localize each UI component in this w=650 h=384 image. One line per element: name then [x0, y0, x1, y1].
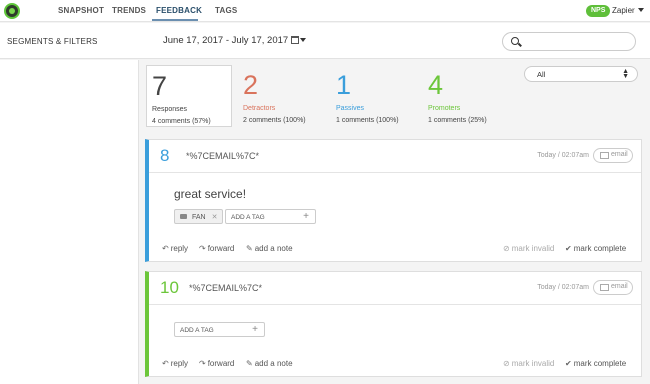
- date-range-picker[interactable]: June 17, 2017 - July 17, 2017: [163, 35, 307, 46]
- add-note-button[interactable]: ✎ add a note: [246, 359, 293, 368]
- mark-invalid-label: mark invalid: [511, 359, 555, 368]
- mark-complete-button[interactable]: ✔ mark complete: [565, 359, 626, 368]
- check-icon: ✔: [565, 359, 572, 368]
- chevron-down-icon: [300, 38, 307, 42]
- response-timestamp: Today / 02:07am: [537, 284, 589, 291]
- stat-sub: 1 comments (100%): [336, 117, 399, 124]
- account-menu[interactable]: Zapier: [612, 6, 644, 15]
- add-note-label: add a note: [254, 359, 293, 368]
- search-icon: [511, 37, 519, 45]
- email-button[interactable]: email: [593, 280, 633, 295]
- stat-value: 7: [152, 71, 168, 101]
- response-score: 10: [160, 278, 179, 297]
- reply-button[interactable]: ↶ reply: [162, 244, 188, 253]
- nav-feedback[interactable]: FEEDBACK: [156, 6, 202, 15]
- forward-button[interactable]: ↷ forward: [199, 244, 234, 253]
- tag-icon: [180, 214, 187, 219]
- envelope-icon: [600, 284, 609, 291]
- email-button[interactable]: email: [593, 148, 633, 163]
- pencil-icon: ✎: [246, 359, 253, 368]
- account-name: Zapier: [612, 6, 635, 15]
- response-comment: great service!: [174, 187, 247, 201]
- stat-sub: 1 comments (25%): [428, 117, 487, 124]
- respondent-email: *%7CEMAIL%7C*: [189, 283, 263, 293]
- date-range-label: June 17, 2017 - July 17, 2017: [163, 35, 289, 46]
- email-button-label: email: [611, 283, 628, 290]
- mark-complete-label: mark complete: [573, 359, 627, 368]
- calendar-icon: [291, 36, 300, 44]
- reply-icon: ↶: [162, 359, 169, 368]
- sub-header: SEGMENTS & FILTERS June 17, 2017 - July …: [0, 23, 650, 59]
- response-card: 8 *%7CEMAIL%7C* Today / 02:07am email gr…: [145, 139, 642, 262]
- tag-label: FAN: [192, 214, 206, 221]
- response-timestamp: Today / 02:07am: [537, 152, 589, 159]
- segments-filters-title: SEGMENTS & FILTERS: [7, 37, 98, 46]
- response-header: 8 *%7CEMAIL%7C* Today / 02:07am email: [149, 140, 641, 173]
- forward-icon: ↷: [199, 244, 206, 253]
- mark-complete-label: mark complete: [573, 244, 627, 253]
- nav-snapshot[interactable]: SNAPSHOT: [58, 6, 104, 15]
- filter-selected-value: All: [537, 70, 546, 79]
- mark-complete-button[interactable]: ✔ mark complete: [565, 244, 626, 253]
- plus-icon[interactable]: +: [252, 324, 258, 335]
- nav-trends[interactable]: TRENDS: [112, 6, 146, 15]
- respondent-email: *%7CEMAIL%7C*: [186, 151, 260, 161]
- reply-label: reply: [170, 244, 189, 253]
- forward-label: forward: [207, 359, 235, 368]
- reply-label: reply: [170, 359, 189, 368]
- stat-sub: 2 comments (100%): [243, 117, 306, 124]
- tag-chip: FAN ✕: [174, 209, 223, 224]
- reply-button[interactable]: ↶ reply: [162, 359, 188, 368]
- add-tag-placeholder: ADD A TAG: [180, 327, 214, 334]
- envelope-icon: [600, 152, 609, 159]
- forward-label: forward: [207, 244, 235, 253]
- select-arrows-icon: ▲ ▼: [622, 68, 629, 80]
- stats-row: 7 Responses 4 comments (57%) 2 Detractor…: [141, 60, 650, 132]
- add-tag-input[interactable]: ADD A TAG +: [225, 209, 316, 224]
- nps-badge: NPS: [586, 5, 611, 17]
- forward-icon: ↷: [199, 359, 206, 368]
- response-header: 10 *%7CEMAIL%7C* Today / 02:07am email: [149, 272, 641, 305]
- response-score: 8: [160, 146, 170, 165]
- app-logo[interactable]: [4, 3, 20, 19]
- ban-icon: ⊘: [503, 359, 510, 368]
- email-button-label: email: [611, 151, 628, 158]
- add-note-button[interactable]: ✎ add a note: [246, 244, 293, 253]
- stat-value: 2: [243, 70, 259, 100]
- mark-invalid-button[interactable]: ⊘ mark invalid: [503, 359, 554, 368]
- stat-label: Passives: [336, 105, 365, 112]
- response-actions: ↶ reply ↷ forward ✎ add a note ⊘ mark invali…: [149, 354, 641, 376]
- chevron-down-icon: [637, 8, 644, 12]
- stat-passives[interactable]: 1 Passives 1 comments (100%): [331, 65, 417, 127]
- stat-label: Promoters: [428, 105, 461, 112]
- check-icon: ✔: [565, 244, 572, 253]
- segments-sidebar: [0, 60, 139, 384]
- stat-sub: 4 comments (57%): [152, 118, 211, 125]
- active-tab-indicator: [152, 19, 198, 21]
- mark-invalid-label: mark invalid: [511, 244, 555, 253]
- nav-tags[interactable]: TAGS: [215, 6, 237, 15]
- plus-icon[interactable]: +: [303, 211, 309, 222]
- response-filter-select[interactable]: All ▲ ▼: [524, 66, 638, 82]
- stat-label: Detractors: [243, 105, 276, 112]
- add-note-label: add a note: [254, 244, 293, 253]
- stat-detractors[interactable]: 2 Detractors 2 comments (100%): [238, 65, 324, 127]
- remove-tag-icon[interactable]: ✕: [212, 214, 218, 221]
- response-card: 10 *%7CEMAIL%7C* Today / 02:07am email A…: [145, 271, 642, 377]
- stat-value: 4: [428, 70, 444, 100]
- stat-value: 1: [336, 70, 352, 100]
- forward-button[interactable]: ↷ forward: [199, 359, 234, 368]
- response-actions: ↶ reply ↷ forward ✎ add a note ⊘ mark invali…: [149, 239, 641, 261]
- stat-label: Responses: [152, 106, 188, 113]
- add-tag-input[interactable]: ADD A TAG +: [174, 322, 265, 337]
- pencil-icon: ✎: [246, 244, 253, 253]
- top-nav: SNAPSHOT TRENDS FEEDBACK TAGS NPS Zapier: [0, 0, 650, 22]
- add-tag-placeholder: ADD A TAG: [231, 214, 265, 221]
- ban-icon: ⊘: [503, 244, 510, 253]
- stat-responses[interactable]: 7 Responses 4 comments (57%): [146, 65, 232, 127]
- mark-invalid-button[interactable]: ⊘ mark invalid: [503, 244, 554, 253]
- search-input[interactable]: [502, 32, 636, 51]
- reply-icon: ↶: [162, 244, 169, 253]
- stat-promoters[interactable]: 4 Promoters 1 comments (25%): [423, 65, 509, 127]
